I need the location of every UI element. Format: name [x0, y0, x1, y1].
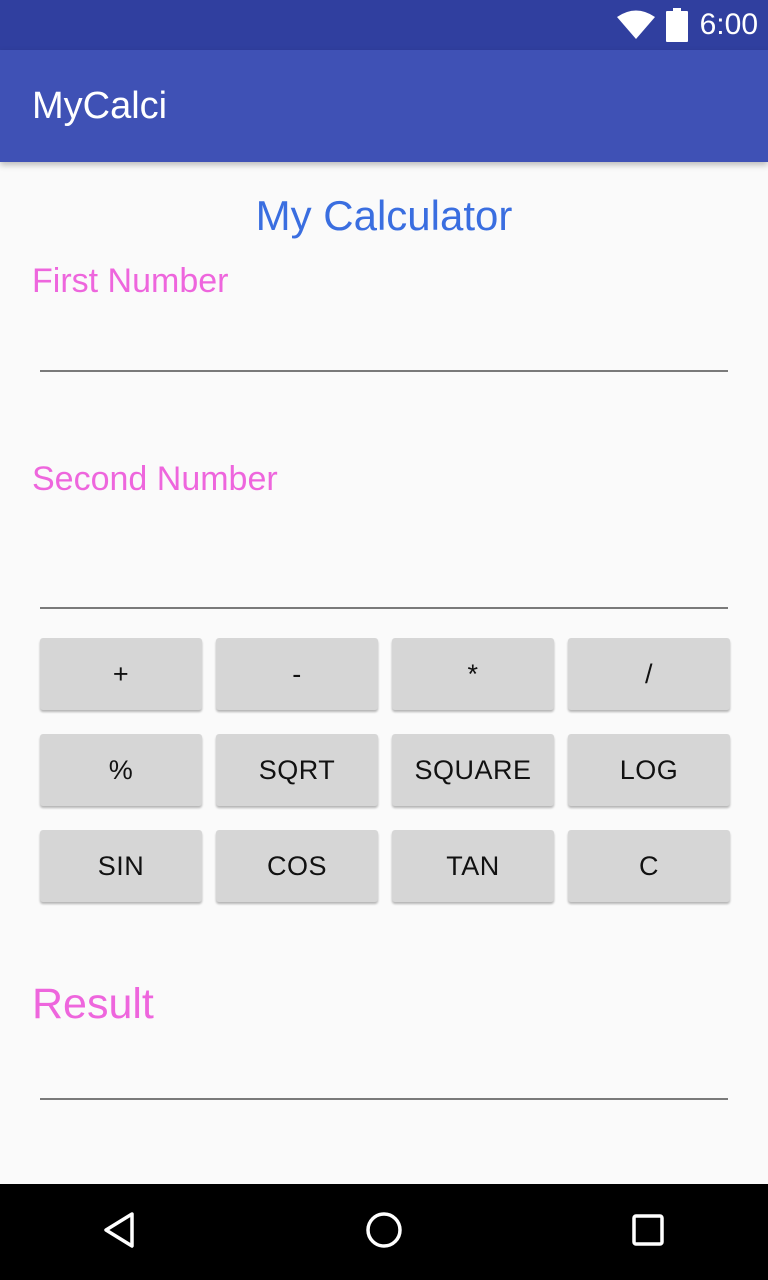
second-number-label: Second Number — [32, 460, 278, 498]
clear-button[interactable]: C — [568, 830, 730, 902]
first-number-input[interactable] — [40, 312, 728, 372]
sqrt-button[interactable]: SQRT — [216, 734, 378, 806]
back-button[interactable] — [72, 1184, 168, 1280]
recents-button[interactable] — [600, 1184, 696, 1280]
home-button[interactable] — [336, 1184, 432, 1280]
home-icon — [364, 1210, 404, 1255]
cos-button[interactable]: COS — [216, 830, 378, 902]
multiply-button[interactable]: * — [392, 638, 554, 710]
result-field[interactable] — [40, 1040, 728, 1100]
second-number-input[interactable] — [40, 549, 728, 609]
first-number-label: First Number — [32, 262, 229, 300]
tan-button[interactable]: TAN — [392, 830, 554, 902]
subtract-button[interactable]: - — [216, 638, 378, 710]
navigation-bar — [0, 1184, 768, 1280]
battery-icon — [665, 8, 688, 42]
percent-button[interactable]: % — [40, 734, 202, 806]
log-button[interactable]: LOG — [568, 734, 730, 806]
sin-button[interactable]: SIN — [40, 830, 202, 902]
recents-icon — [628, 1210, 668, 1255]
app-bar: MyCalci — [0, 50, 768, 162]
screen: 6:00 MyCalci My Calculator First Number … — [0, 0, 768, 1280]
divide-button[interactable]: / — [568, 638, 730, 710]
page-heading: My Calculator — [255, 192, 513, 239]
back-icon — [100, 1210, 140, 1255]
square-button[interactable]: SQUARE — [392, 734, 554, 806]
status-time: 6:00 — [699, 8, 758, 41]
app-title: MyCalci — [32, 85, 168, 127]
status-icons: 6:00 — [616, 0, 758, 50]
result-label: Result — [32, 980, 154, 1028]
status-bar: 6:00 — [0, 0, 768, 50]
wifi-icon — [616, 10, 656, 40]
add-button[interactable]: + — [40, 638, 202, 710]
